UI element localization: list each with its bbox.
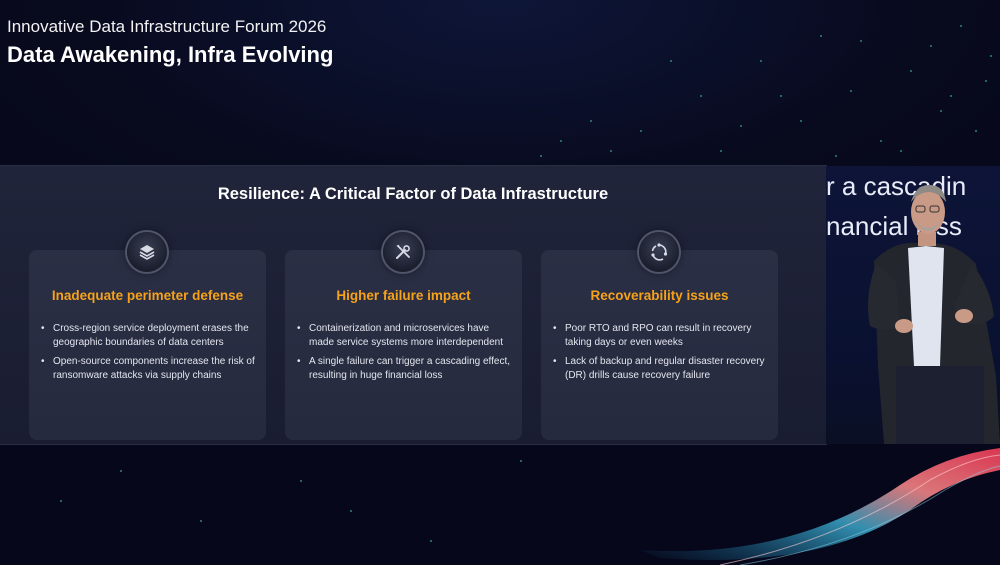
bullet-item: Open-source components increase the risk… [41,355,258,383]
star-dot [590,120,592,122]
star-dot [975,130,977,132]
star-dot [880,140,882,142]
card-bullet-list: Containerization and microservices have … [297,322,514,388]
card-perimeter-defense: Inadequate perimeter defense Cross-regio… [29,250,266,440]
star-dot [560,140,562,142]
star-dot [520,460,522,462]
bullet-item: Containerization and microservices have … [297,322,514,350]
star-dot [950,95,952,97]
bullet-item: Cross-region service deployment erases t… [41,322,258,350]
star-dot [700,95,702,97]
recovery-cycle-icon [639,232,679,272]
speaker-camera-panel: r a cascadin nancial loss [826,166,1000,444]
star-dot [720,150,722,152]
star-dot [940,110,942,112]
card-recoverability: Recoverability issues Poor RTO and RPO c… [541,250,778,440]
star-dot [670,60,672,62]
bullet-item: Poor RTO and RPO can result in recovery … [553,322,770,350]
star-dot [860,40,862,42]
card-bullet-list: Cross-region service deployment erases t… [41,322,258,388]
star-dot [760,60,762,62]
presentation-slide: Resilience: A Critical Factor of Data In… [0,166,826,444]
bullet-item: A single failure can trigger a cascading… [297,355,514,383]
card-bullet-list: Poor RTO and RPO can result in recovery … [553,322,770,388]
star-dot [120,470,122,472]
wrench-screwdriver-icon [383,232,423,272]
star-dot [350,510,352,512]
star-dot [430,540,432,542]
star-dot [900,150,902,152]
stage-backdrop: Innovative Data Infrastructure Forum 202… [0,0,1000,565]
star-dot [850,90,852,92]
star-dot [740,125,742,127]
card-heading: Recoverability issues [590,288,729,303]
star-dot [300,480,302,482]
star-dot [985,80,987,82]
star-dot [800,120,802,122]
star-dot [820,35,822,37]
star-dot [60,500,62,502]
slide-title: Resilience: A Critical Factor of Data In… [217,185,609,203]
event-title: Innovative Data Infrastructure Forum 202… [7,17,327,36]
star-dot [780,95,782,97]
star-dot [960,25,962,27]
card-heading: Inadequate perimeter defense [51,288,244,303]
star-dot [930,45,932,47]
star-dot [910,70,912,72]
stack-layers-icon [127,232,167,272]
star-dot [540,155,542,157]
star-dot [990,55,992,57]
speaker-figure [868,184,1000,444]
bullet-item: Lack of backup and regular disaster reco… [553,355,770,383]
card-failure-impact: Higher failure impact Containerization a… [285,250,522,440]
star-dot [835,155,837,157]
star-dot [640,130,642,132]
card-heading: Higher failure impact [336,288,471,303]
event-subtitle: Data Awakening, Infra Evolving [7,42,334,67]
star-dot [200,520,202,522]
decorative-ribbon [640,448,1000,565]
star-dot [610,150,612,152]
